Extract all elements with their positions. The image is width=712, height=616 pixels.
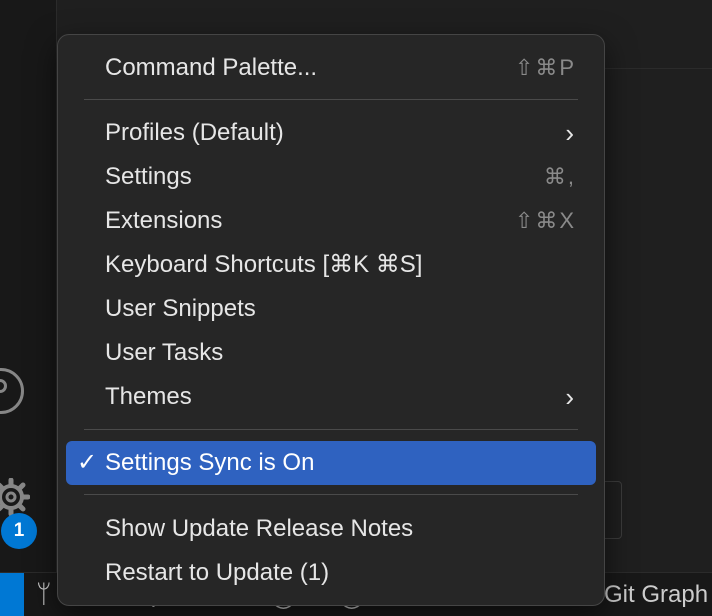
menu-item-themes[interactable]: Themes › [66,375,596,419]
menu-item-label: Extensions [105,207,223,234]
menu-item-label: Restart to Update (1) [105,559,330,586]
menu-item-profiles[interactable]: Profiles (Default) › [66,111,596,155]
menu-separator [84,494,578,495]
menu-separator [84,99,578,100]
menu-item-label: Themes [105,383,192,410]
menu-item-shortcut: ⇧⌘P [514,55,576,80]
menu-item-label: User Snippets [105,295,256,322]
menu-item-label: Profiles (Default) [105,119,284,146]
menu-item-settings[interactable]: Settings ⌘, [66,155,596,199]
menu-item-command-palette[interactable]: Command Palette... ⇧⌘P [66,46,596,90]
git-branch-icon[interactable]: ᛘ [36,579,52,610]
menu-item-user-snippets[interactable]: User Snippets [66,287,596,331]
menu-item-label: Keyboard Shortcuts [⌘K ⌘S] [105,251,423,278]
menu-item-keyboard-shortcuts[interactable]: Keyboard Shortcuts [⌘K ⌘S] [66,243,596,287]
menu-item-restart-to-update[interactable]: Restart to Update (1) [66,551,596,595]
menu-item-settings-sync[interactable]: ✓ Settings Sync is On [66,441,596,485]
menu-item-label: Settings [105,163,192,190]
menu-item-show-release-notes[interactable]: Show Update Release Notes [66,507,596,551]
git-graph-status[interactable]: Git Graph [604,581,708,609]
manage-context-menu: Command Palette... ⇧⌘P Profiles (Default… [57,34,605,606]
vscode-window: 1 ᛘ develop ◯ ⊟ ◯ ♙ Git Graph Command Pa… [0,0,712,616]
gear-icon[interactable] [0,478,30,516]
menu-item-shortcut: ⌘, [543,164,576,189]
checkmark-icon: ✓ [77,449,98,476]
menu-item-user-tasks[interactable]: User Tasks [66,331,596,375]
remote-indicator[interactable] [0,573,24,616]
menu-item-label: Show Update Release Notes [105,515,414,542]
menu-item-extensions[interactable]: Extensions ⇧⌘X [66,199,596,243]
menu-separator [84,429,578,430]
chevron-right-icon: › [565,382,574,412]
menu-item-shortcut: ⇧⌘X [514,208,576,233]
menu-item-label: Command Palette... [105,54,318,81]
menu-item-label: Settings Sync is On [105,449,315,476]
chevron-right-icon: › [565,118,574,148]
manage-update-badge: 1 [1,513,37,549]
menu-item-label: User Tasks [105,339,224,366]
